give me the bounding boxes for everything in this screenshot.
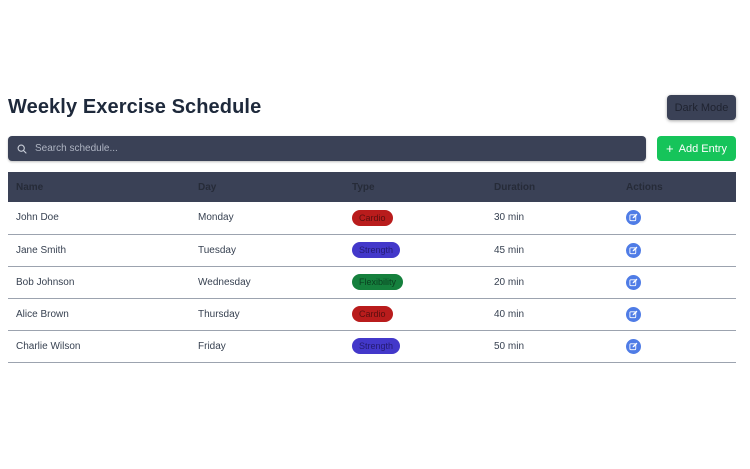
cell-actions [618, 266, 736, 298]
edit-icon [629, 213, 638, 222]
cell-name: Charlie Wilson [16, 340, 81, 352]
table-row: Jane Smith Tuesday Strength 45 min [8, 234, 736, 266]
cell-day: Thursday [198, 308, 240, 320]
table-row: Charlie Wilson Friday Strength 50 min [8, 330, 736, 362]
plus-icon: + [666, 141, 674, 156]
edit-icon [629, 278, 638, 286]
table-row: Alice Brown Thursday Cardio 40 min [8, 298, 736, 330]
edit-icon [629, 310, 638, 318]
cell-type: Strength [344, 330, 486, 362]
search-input[interactable] [35, 137, 625, 160]
edit-icon [629, 342, 638, 350]
table-row: John Doe Monday Cardio 30 min [8, 202, 736, 234]
add-entry-label: Add Entry [678, 142, 727, 155]
cell-duration: 50 min [494, 340, 525, 352]
table-header-row: Name Day Type Duration Actions [8, 172, 736, 202]
edit-button[interactable] [626, 210, 641, 226]
page-title: Weekly Exercise Schedule [8, 96, 262, 118]
search-icon [17, 144, 27, 154]
cell-name: John Doe [16, 212, 59, 224]
cell-actions [618, 202, 736, 234]
cell-actions [618, 330, 736, 362]
column-header-day[interactable]: Day [190, 172, 344, 202]
column-header-type[interactable]: Type [344, 172, 486, 202]
cell-duration: 30 min [494, 212, 525, 224]
cell-name: Jane Smith [16, 244, 67, 256]
cell-type: Cardio [344, 202, 486, 234]
schedule-table: Name Day Type Duration Actions John Doe M… [8, 172, 736, 363]
cell-type: Cardio [344, 298, 486, 330]
cell-name: Bob Johnson [16, 276, 75, 288]
cell-type: Flexibility [344, 266, 486, 298]
column-header-actions: Actions [626, 181, 663, 193]
cell-day: Tuesday [198, 244, 236, 256]
cell-duration: 20 min [494, 276, 525, 288]
add-entry-button[interactable]: + Add Entry [657, 136, 736, 161]
cell-actions [618, 298, 736, 330]
edit-button[interactable] [626, 306, 641, 322]
cell-actions [618, 234, 736, 266]
cell-duration: 40 min [494, 308, 525, 320]
edit-button[interactable] [626, 242, 641, 258]
column-header-duration[interactable]: Duration [486, 172, 618, 202]
dark-mode-toggle-button[interactable]: Dark Mode [667, 95, 736, 120]
type-badge: Cardio [352, 306, 393, 322]
edit-button[interactable] [626, 338, 641, 354]
cell-duration: 45 min [494, 244, 525, 256]
edit-icon [629, 246, 638, 254]
cell-day: Wednesday [198, 276, 251, 288]
cell-type: Strength [344, 234, 486, 266]
search-box[interactable] [8, 136, 646, 161]
cell-name: Alice Brown [16, 308, 69, 320]
edit-button[interactable] [626, 274, 641, 290]
cell-day: Friday [198, 340, 226, 352]
type-badge: Flexibility [352, 274, 404, 290]
cell-day: Monday [198, 212, 234, 224]
type-badge: Cardio [352, 209, 393, 226]
type-badge: Strength [352, 338, 401, 354]
table-row: Bob Johnson Wednesday Flexibility 20 min [8, 266, 736, 298]
column-header-name[interactable]: Name [8, 172, 190, 202]
type-badge: Strength [352, 242, 401, 258]
